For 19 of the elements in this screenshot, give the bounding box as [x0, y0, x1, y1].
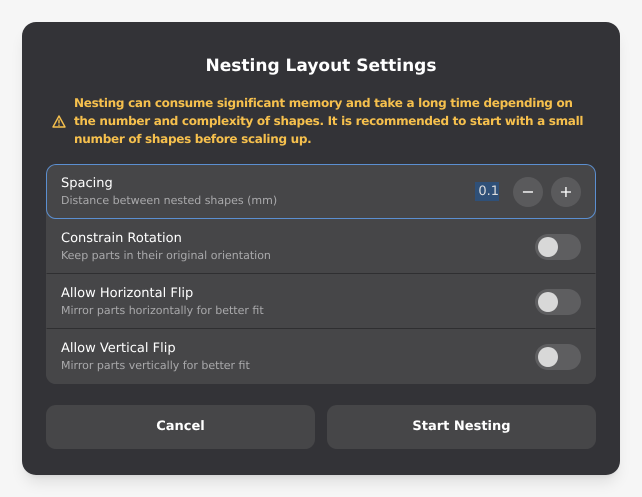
toggle-switch[interactable]	[535, 288, 581, 314]
setting-label: Allow Horizontal Flip	[61, 284, 194, 302]
setting-description: Mirror parts vertically for better fit	[61, 358, 251, 374]
dialog-title: Nesting Layout Settings	[204, 55, 438, 78]
setting-description: Keep parts in their original orientation	[61, 248, 272, 264]
toggle-switch[interactable]	[535, 234, 581, 260]
setting-description: Distance between nested shapes (mm)	[61, 192, 278, 208]
spacing-field[interactable]: 0.1	[475, 182, 499, 202]
cancel-button[interactable]: Cancel	[46, 405, 315, 449]
decrement-button[interactable]: −	[513, 176, 543, 206]
increment-button[interactable]: +	[551, 176, 581, 206]
setting-label: Constrain Rotation	[61, 230, 183, 248]
setting-label: Allow Vertical Flip	[61, 340, 177, 358]
warning-message: Nesting can consume significant memory and take a long time depending on the number and complexity of shapes. It is recommended to start with a small number of shapes before scaling up.	[74, 95, 584, 148]
setting-label: Spacing	[61, 174, 114, 192]
toggle-switch[interactable]	[535, 344, 581, 370]
start-button[interactable]: Start Nesting	[327, 405, 596, 449]
warning-icon	[52, 114, 66, 128]
setting-description: Mirror parts horizontally for better fit	[61, 302, 265, 318]
